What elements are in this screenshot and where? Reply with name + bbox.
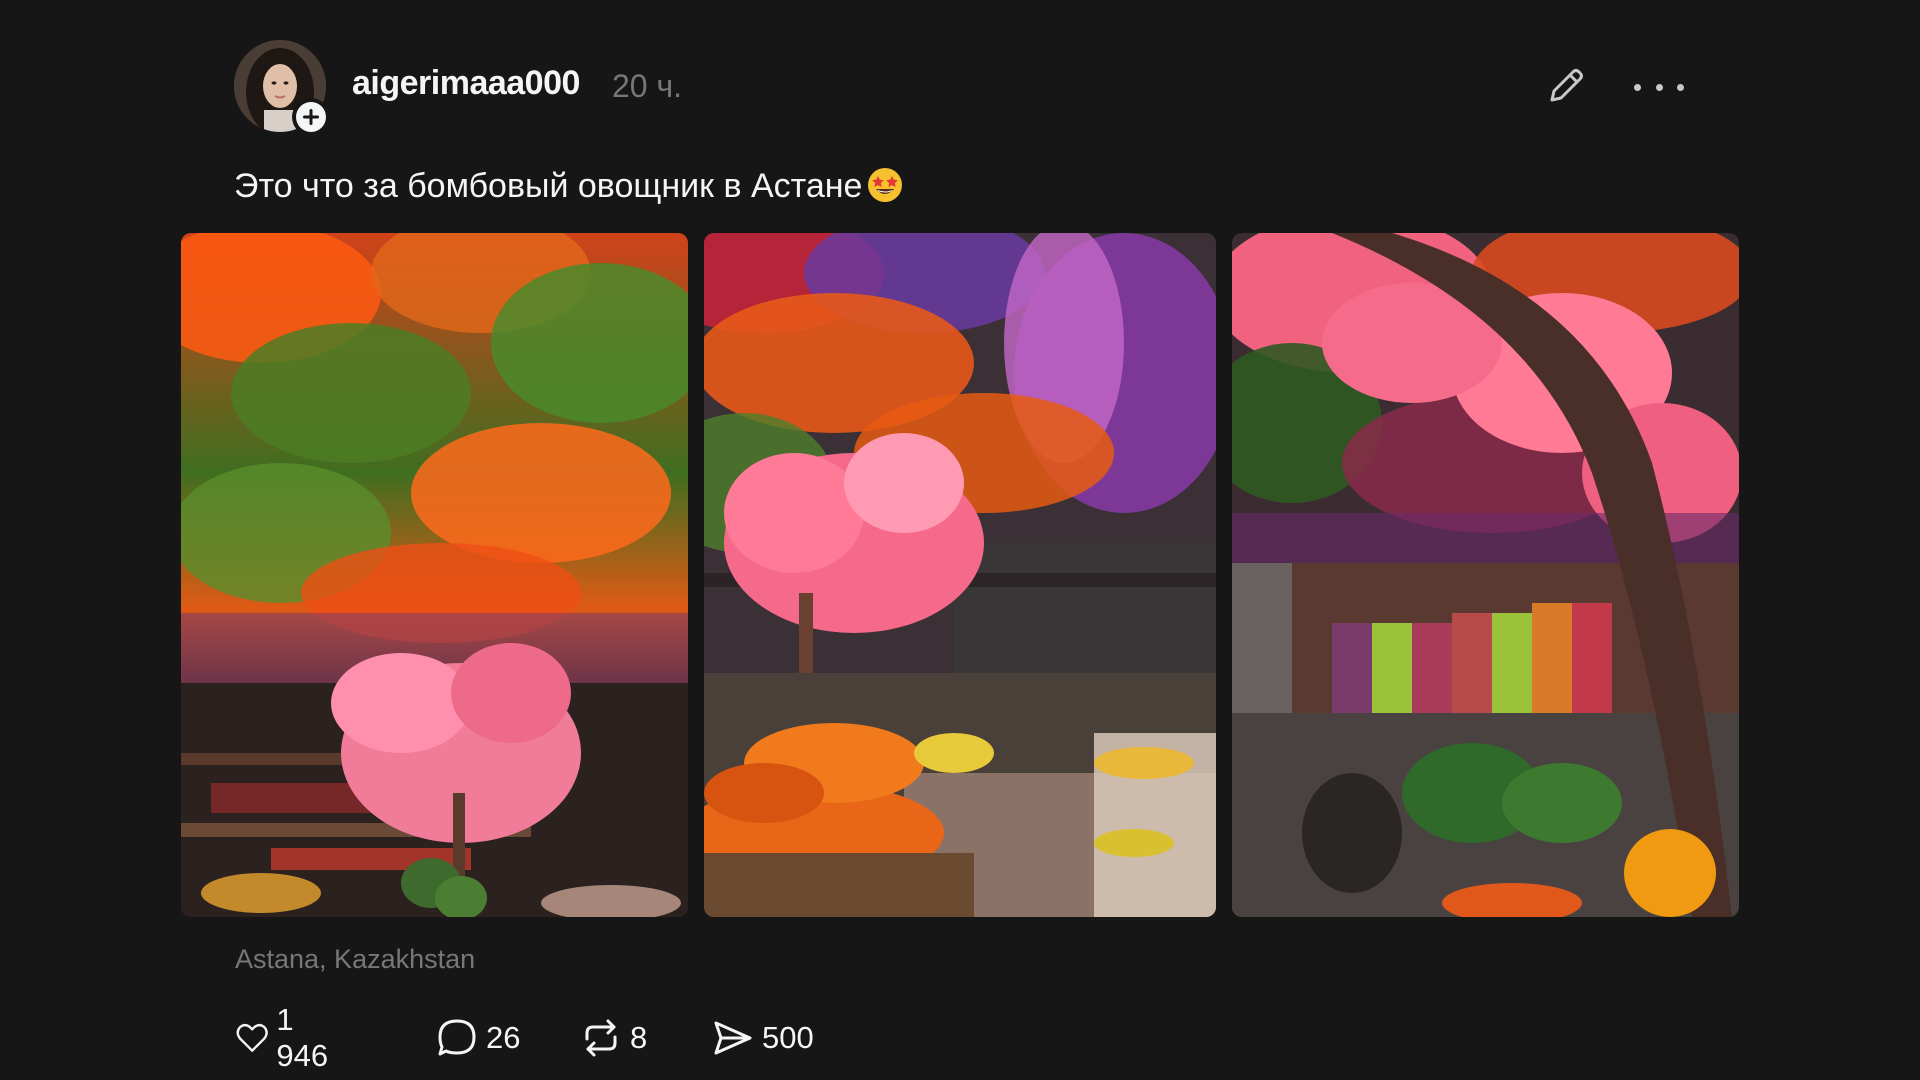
like-button[interactable]: 1 946 bbox=[234, 1002, 338, 1073]
post-time[interactable]: 20 ч. bbox=[612, 68, 682, 105]
flower-store-photo bbox=[181, 233, 688, 917]
heart-icon bbox=[236, 1023, 268, 1052]
star-struck-emoji bbox=[866, 166, 904, 204]
share-button[interactable]: 500 bbox=[710, 1014, 814, 1062]
author-username[interactable]: aigerimaaa000 bbox=[352, 64, 580, 103]
edit-button[interactable] bbox=[1544, 64, 1588, 108]
post-image-3[interactable] bbox=[1232, 233, 1739, 917]
comment-icon bbox=[438, 1019, 476, 1056]
more-options-button[interactable] bbox=[1634, 70, 1684, 104]
repost-button[interactable]: 8 bbox=[578, 1014, 647, 1062]
send-icon bbox=[714, 1021, 752, 1055]
dot-icon bbox=[1634, 83, 1641, 91]
dot-icon bbox=[1655, 83, 1663, 91]
post-caption: Это что за бомбовый овощник в Астане bbox=[234, 166, 904, 206]
plus-icon bbox=[296, 102, 326, 132]
dot-icon bbox=[1677, 83, 1684, 91]
like-count: 1 946 bbox=[276, 1002, 329, 1073]
thread-post: aigerimaaa000 20 ч. Это что за бомбовый … bbox=[0, 0, 1920, 1080]
comment-button[interactable]: 26 bbox=[434, 1014, 520, 1062]
author-avatar[interactable] bbox=[234, 40, 330, 136]
fruit-shelves-photo bbox=[1232, 233, 1739, 917]
repost-count: 8 bbox=[630, 1020, 648, 1055]
share-count: 500 bbox=[762, 1020, 814, 1055]
post-location[interactable]: Astana, Kazakhstan bbox=[235, 944, 475, 975]
post-image-2[interactable] bbox=[704, 233, 1216, 917]
comment-count: 26 bbox=[486, 1020, 521, 1055]
pencil-icon bbox=[1550, 69, 1583, 102]
follow-button[interactable] bbox=[292, 98, 330, 136]
repost-icon bbox=[585, 1019, 617, 1057]
caption-text: Это что за бомбовый овощник в Астане bbox=[234, 167, 863, 205]
fruit-counter-photo bbox=[704, 233, 1216, 917]
post-image-1[interactable] bbox=[181, 233, 688, 917]
